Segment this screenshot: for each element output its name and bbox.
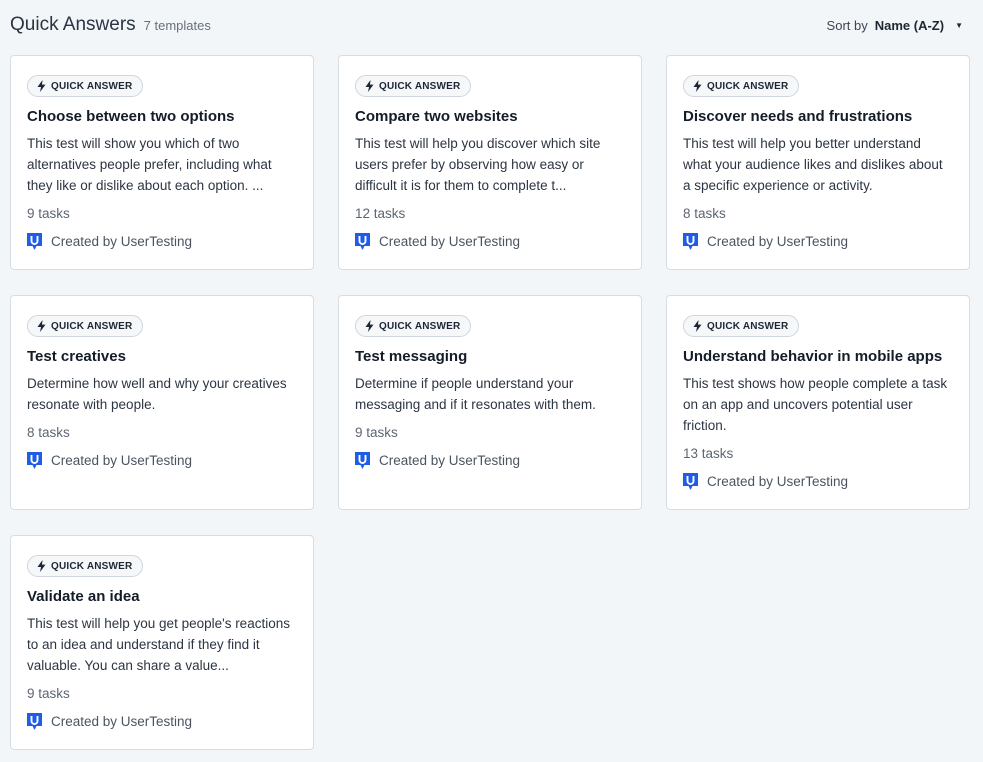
badge-label: QUICK ANSWER <box>707 80 789 92</box>
lightning-bolt-icon <box>693 320 702 332</box>
template-card[interactable]: QUICK ANSWER Validate an idea This test … <box>10 535 314 750</box>
task-count: 9 tasks <box>27 686 70 701</box>
caret-down-icon: ▼ <box>955 20 963 30</box>
creator-label: Created by UserTesting <box>707 234 849 249</box>
lightning-bolt-icon <box>365 320 374 332</box>
template-card[interactable]: QUICK ANSWER Choose between two options … <box>10 55 314 270</box>
badge-label: QUICK ANSWER <box>51 320 133 332</box>
card-description: This test will show you which of two alt… <box>27 136 272 193</box>
card-title: Compare two websites <box>355 108 518 125</box>
quick-answer-badge: QUICK ANSWER <box>27 315 144 337</box>
card-title: Validate an idea <box>27 588 140 605</box>
quick-answer-badge: QUICK ANSWER <box>355 315 472 337</box>
lightning-bolt-icon <box>37 80 46 92</box>
creator-row: Created by UserTesting <box>27 713 297 730</box>
usertesting-logo-icon <box>683 473 698 490</box>
usertesting-logo-icon <box>27 713 42 730</box>
card-title: Understand behavior in mobile apps <box>683 348 943 365</box>
creator-label: Created by UserTesting <box>51 453 193 468</box>
card-title: Test creatives <box>27 348 126 365</box>
task-count: 12 tasks <box>355 206 406 221</box>
usertesting-logo-icon <box>27 452 42 469</box>
card-description: Determine if people understand your mess… <box>355 376 596 412</box>
badge-label: QUICK ANSWER <box>379 80 461 92</box>
creator-row: Created by UserTesting <box>27 233 297 250</box>
creator-row: Created by UserTesting <box>27 452 297 469</box>
creator-row: Created by UserTesting <box>683 233 953 250</box>
usertesting-logo-icon <box>683 233 698 250</box>
badge-label: QUICK ANSWER <box>707 320 789 332</box>
template-card[interactable]: QUICK ANSWER Compare two websites This t… <box>338 55 642 270</box>
creator-row: Created by UserTesting <box>355 452 625 469</box>
creator-label: Created by UserTesting <box>707 474 849 489</box>
task-count: 8 tasks <box>683 206 726 221</box>
sort-label: Sort by <box>826 17 868 33</box>
task-count: 8 tasks <box>27 425 70 440</box>
quick-answer-badge: QUICK ANSWER <box>27 75 144 97</box>
creator-label: Created by UserTesting <box>51 234 193 249</box>
badge-label: QUICK ANSWER <box>51 560 133 572</box>
creator-row: Created by UserTesting <box>683 473 953 490</box>
template-card[interactable]: QUICK ANSWER Test creatives Determine ho… <box>10 295 314 510</box>
template-grid: QUICK ANSWER Choose between two options … <box>10 55 970 750</box>
creator-row: Created by UserTesting <box>355 233 625 250</box>
lightning-bolt-icon <box>693 80 702 92</box>
template-count: 7 templates <box>143 18 211 33</box>
task-count: 13 tasks <box>683 446 734 461</box>
title-group: Quick Answers 7 templates <box>10 14 211 36</box>
quick-answer-badge: QUICK ANSWER <box>27 555 144 577</box>
creator-label: Created by UserTesting <box>51 714 193 729</box>
card-description: This test will help you get people's rea… <box>27 616 290 673</box>
card-description: This test will help you discover which s… <box>355 136 601 193</box>
lightning-bolt-icon <box>37 320 46 332</box>
creator-label: Created by UserTesting <box>379 234 521 249</box>
card-title: Test messaging <box>355 348 468 365</box>
task-count: 9 tasks <box>355 425 398 440</box>
badge-label: QUICK ANSWER <box>379 320 461 332</box>
lightning-bolt-icon <box>37 560 46 572</box>
template-card[interactable]: QUICK ANSWER Understand behavior in mobi… <box>666 295 970 510</box>
template-card[interactable]: QUICK ANSWER Discover needs and frustrat… <box>666 55 970 270</box>
card-description: This test shows how people complete a ta… <box>683 376 948 433</box>
page-header: Quick Answers 7 templates Sort by Name (… <box>10 10 963 40</box>
quick-answer-badge: QUICK ANSWER <box>683 75 800 97</box>
quick-answer-badge: QUICK ANSWER <box>355 75 472 97</box>
quick-answer-badge: QUICK ANSWER <box>683 315 800 337</box>
lightning-bolt-icon <box>365 80 374 92</box>
usertesting-logo-icon <box>355 233 370 250</box>
card-description: Determine how well and why your creative… <box>27 376 287 412</box>
card-title: Choose between two options <box>27 108 235 125</box>
badge-label: QUICK ANSWER <box>51 80 133 92</box>
task-count: 9 tasks <box>27 206 70 221</box>
sort-value: Name (A-Z) <box>874 17 945 33</box>
sort-dropdown[interactable]: Sort by Name (A-Z) ▼ <box>827 18 963 33</box>
usertesting-logo-icon <box>355 452 370 469</box>
card-description: This test will help you better understan… <box>683 136 943 193</box>
creator-label: Created by UserTesting <box>379 453 521 468</box>
usertesting-logo-icon <box>27 233 42 250</box>
template-card[interactable]: QUICK ANSWER Test messaging Determine if… <box>338 295 642 510</box>
page-title: Quick Answers <box>10 14 136 35</box>
card-title: Discover needs and frustrations <box>683 108 913 125</box>
